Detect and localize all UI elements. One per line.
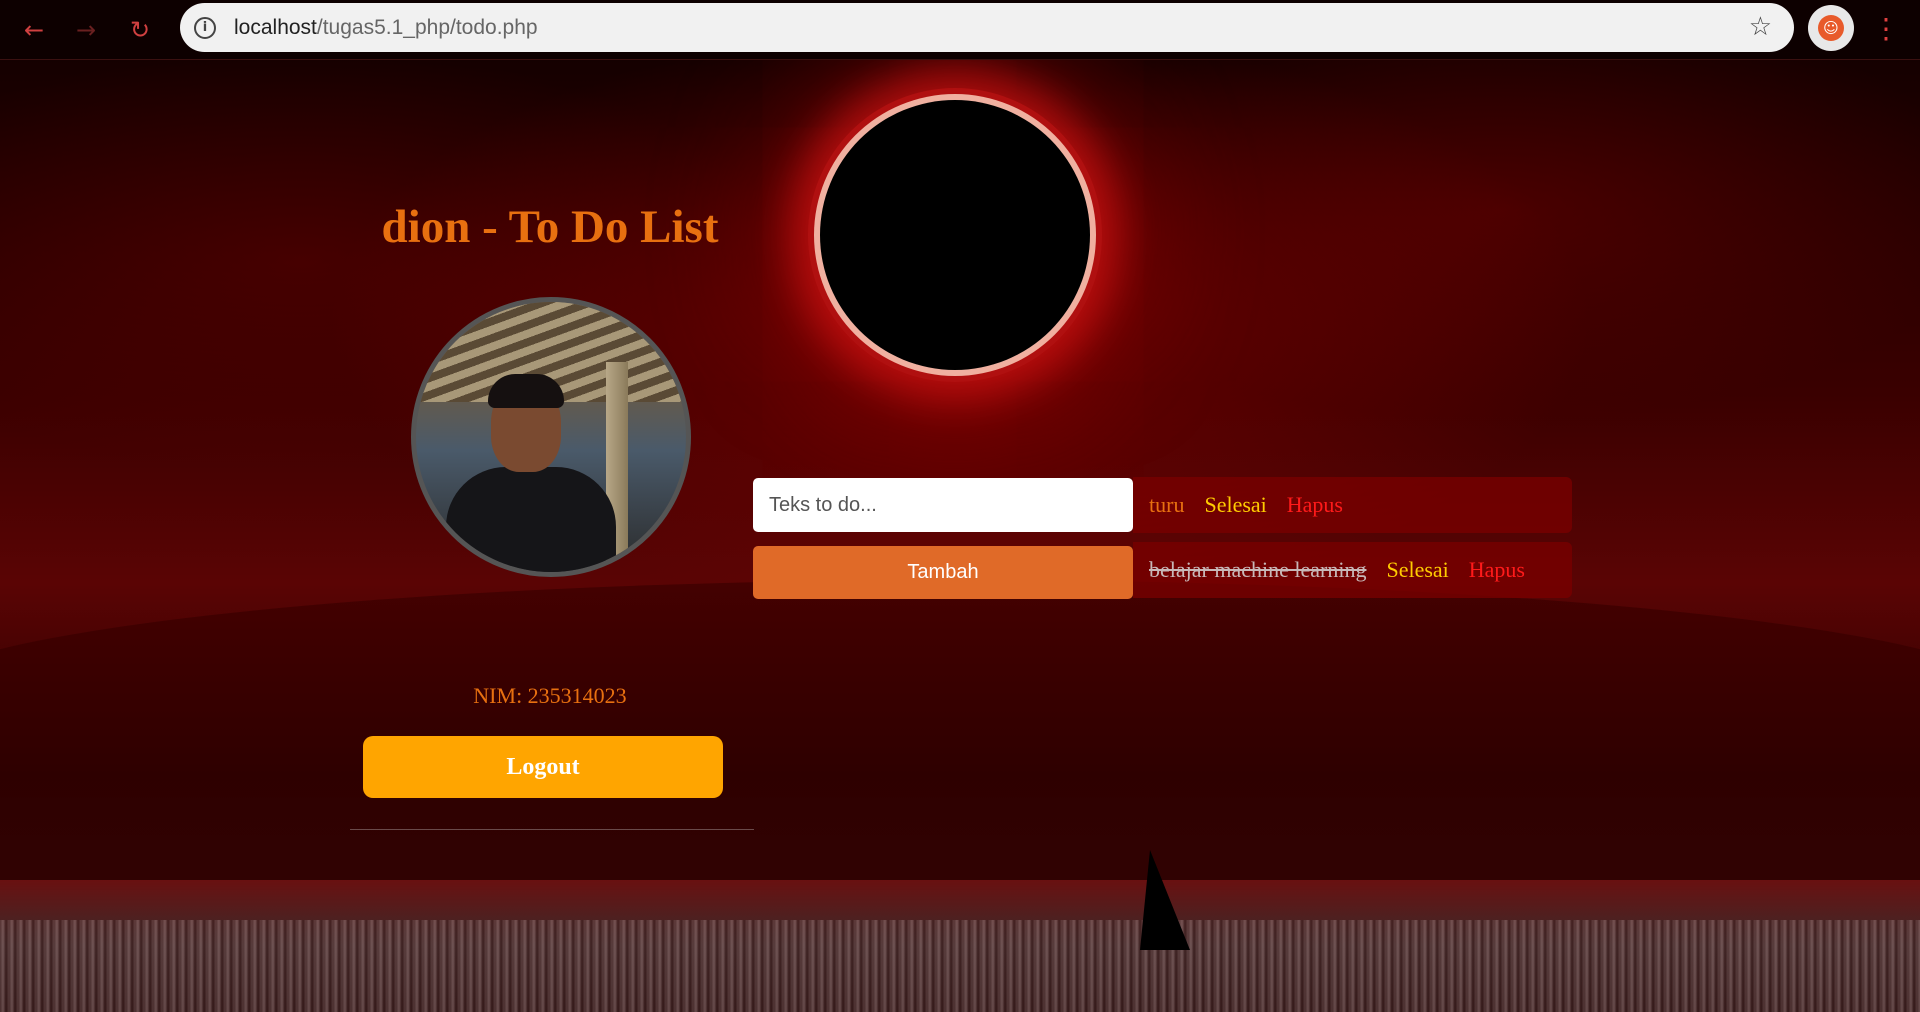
logout-button[interactable]: Logout <box>363 736 723 798</box>
todo-text-completed: belajar machine learning <box>1149 557 1367 582</box>
delete-link[interactable]: Hapus <box>1287 492 1343 518</box>
sea-background-image <box>0 920 1920 1012</box>
todo-item: turu Selesai Hapus <box>1133 477 1572 533</box>
kebab-menu-icon[interactable]: ⋮ <box>1872 10 1900 46</box>
avatar <box>411 297 691 577</box>
nim-text: NIM: 235314023 <box>473 683 627 708</box>
eclipse-background-image <box>820 100 1090 370</box>
hill-background-image <box>0 580 1920 880</box>
divider <box>350 829 754 830</box>
todo-input[interactable] <box>753 478 1133 532</box>
todo-list: turu Selesai Hapus belajar machine learn… <box>1133 477 1572 607</box>
add-todo-button[interactable]: Tambah <box>753 546 1133 599</box>
delete-link[interactable]: Hapus <box>1469 557 1525 583</box>
todo-item: belajar machine learning Selesai Hapus <box>1133 542 1572 598</box>
avatar-hair <box>488 374 564 408</box>
forward-arrow-icon[interactable]: → <box>68 12 104 48</box>
todo-text: turu <box>1149 492 1185 517</box>
page-background <box>0 60 1920 1012</box>
back-arrow-icon[interactable]: ← <box>16 12 52 48</box>
bookmark-star-icon[interactable]: ☆ <box>1749 12 1772 42</box>
url-host: localhost <box>234 15 317 39</box>
url-path: /tugas5.1_php/todo.php <box>316 15 538 39</box>
fin-background-image <box>1140 850 1190 950</box>
url-text[interactable]: localhost/tugas5.1_php/todo.php <box>234 16 538 40</box>
avatar-body <box>446 467 616 572</box>
reload-icon[interactable]: ↻ <box>122 12 158 48</box>
page-title: dion - To Do List <box>381 201 719 253</box>
address-bar[interactable]: i localhost/tugas5.1_php/todo.php ☆ <box>180 3 1794 52</box>
site-info-icon[interactable]: i <box>194 16 216 39</box>
browser-toolbar: ← → ↻ i localhost/tugas5.1_php/todo.php … <box>0 0 1920 60</box>
mark-done-link[interactable]: Selesai <box>1386 557 1448 583</box>
profile-icon: ☺ <box>1818 15 1844 41</box>
mark-done-link[interactable]: Selesai <box>1204 492 1266 518</box>
profile-button[interactable]: ☺ <box>1808 5 1854 51</box>
